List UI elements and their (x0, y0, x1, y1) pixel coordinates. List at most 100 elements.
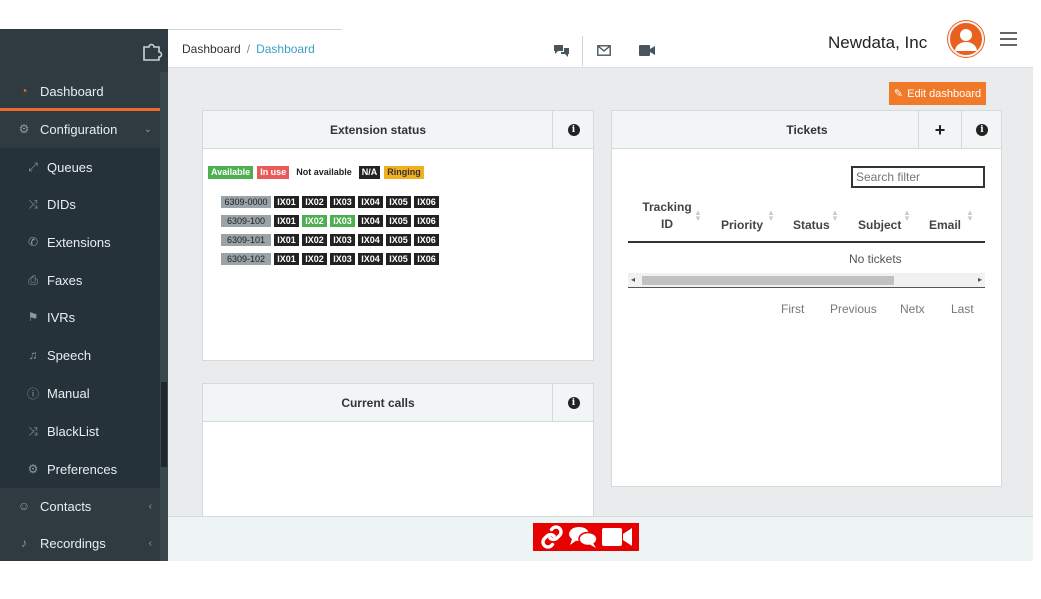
column-header-label: ID (661, 217, 673, 231)
breadcrumb: Dashboard / Dashboard (182, 42, 315, 56)
panel-title: Current calls (341, 396, 415, 410)
sidebar-item-speech[interactable]: ♫ Speech (0, 336, 160, 374)
breadcrumb-current[interactable]: Dashboard (256, 42, 315, 56)
envelope-icon[interactable] (597, 45, 611, 56)
extension-row: 6309-101 IX01 IX02 IX03 IX04 IX05 IX06 (221, 234, 439, 246)
phone-icon: ✆ (27, 235, 39, 249)
channel-badge: IX05 (386, 253, 411, 265)
shuffle-icon: ⤨ (28, 423, 38, 438)
sidebar-item-recordings[interactable]: ♪ Recordings ‹ (0, 525, 160, 561)
channel-badge: IX05 (386, 215, 411, 227)
chat-icon[interactable] (568, 526, 598, 548)
channel-badge: IX03 (330, 196, 355, 208)
sort-icon: ▲ ▼ (767, 208, 775, 223)
info-button[interactable]: i (552, 111, 594, 149)
speedometer-icon: ◔ (20, 84, 28, 98)
info-icon: i (976, 124, 988, 136)
channel-badge: IX03 (330, 234, 355, 246)
music-note-icon: ♫ (28, 348, 38, 362)
sidebar-item-label: Preferences (47, 461, 118, 477)
sort-icon: ▲ ▼ (903, 208, 911, 223)
breadcrumb-root[interactable]: Dashboard (182, 42, 241, 56)
pencil-icon: ✎ (893, 88, 904, 100)
extension-number: 6309-0000 (221, 196, 271, 208)
chat-icon[interactable] (553, 43, 570, 57)
sidebar-item-blacklist[interactable]: ⤨ BlackList (0, 412, 160, 450)
sidebar-scrollbar[interactable] (160, 72, 168, 561)
legend-in-use: In use (257, 166, 290, 179)
chevron-down-icon: ⌄ (143, 123, 152, 135)
info-icon: i (567, 397, 580, 409)
scroll-right-arrow-icon[interactable]: ▸ (978, 275, 982, 284)
scroll-left-arrow-icon[interactable]: ◂ (631, 275, 635, 284)
channel-badge: IX02 (302, 234, 327, 246)
video-camera-icon[interactable] (601, 526, 633, 548)
puzzle-icon (143, 43, 163, 61)
channel-badge: IX05 (386, 234, 411, 246)
column-header-subject[interactable]: Subject (858, 218, 901, 232)
extension-status-body: Available In use Not available N/A Ringi… (203, 149, 593, 360)
status-legend: Available In use Not available N/A Ringi… (208, 166, 424, 179)
column-header-status[interactable]: Status (793, 218, 830, 232)
legend-na: N/A (358, 166, 381, 179)
extension-status-panel: Extension status i Available In use Not … (202, 110, 594, 361)
sidebar-item-label: Manual (47, 385, 90, 401)
info-icon: i (567, 124, 580, 136)
sidebar-item-manual[interactable]: ⓘ Manual (0, 374, 160, 412)
sidebar-item-queues[interactable]: ⤢ Queues (0, 148, 160, 186)
link-icon[interactable] (539, 525, 565, 549)
sidebar-item-configuration[interactable]: ⚙ Configuration ⌄ (0, 110, 160, 148)
sidebar-item-label: Configuration (40, 121, 118, 137)
sidebar-item-contacts[interactable]: ☺ Contacts ‹ (0, 487, 160, 525)
extension-number: 6309-100 (221, 215, 271, 227)
column-header-email[interactable]: Email (929, 218, 961, 232)
channel-badge: IX04 (358, 215, 383, 227)
sidebar-item-preferences[interactable]: ⚙ Preferences (0, 450, 160, 488)
info-button[interactable]: i (552, 384, 594, 422)
sidebar-item-extensions[interactable]: ✆ Extensions (0, 223, 160, 261)
channel-badge: IX06 (414, 196, 439, 208)
sidebar-item-dids[interactable]: ⤨ DIDs (0, 185, 160, 223)
channel-badge: IX04 (358, 196, 383, 208)
sidebar-item-ivrs[interactable]: ⚑ IVRs (0, 298, 160, 336)
table-header-divider (628, 241, 985, 243)
channel-badge: IX02 (302, 215, 327, 227)
sidebar-logo[interactable] (0, 29, 168, 72)
pager-last[interactable]: Last (951, 302, 974, 316)
column-header-label: Tracking (642, 200, 692, 214)
channel-badge: IX06 (414, 215, 439, 227)
legend-available: Available (208, 166, 254, 179)
video-camera-icon[interactable] (639, 45, 655, 56)
column-header-tracking-id[interactable]: Tracking ID (641, 200, 693, 231)
panel-header: Extension status i (203, 111, 593, 149)
extension-number: 6309-102 (221, 253, 271, 265)
scrollbar-thumb[interactable] (642, 276, 894, 285)
hamburger-menu-icon[interactable] (1000, 32, 1017, 46)
chevron-left-icon: ‹ (148, 500, 152, 512)
sort-icon: ▲ ▼ (694, 208, 702, 223)
channel-badge: IX01 (274, 215, 299, 227)
sidebar-item-label: Dashboard (40, 83, 104, 99)
table-horizontal-scrollbar[interactable]: ◂ ▸ (628, 273, 985, 288)
info-circle-icon: ⓘ (26, 386, 39, 401)
pager-previous[interactable]: Previous (830, 302, 877, 316)
extension-row: 6309-0000 IX01 IX02 IX03 IX04 IX05 IX06 (221, 196, 439, 208)
pager-first[interactable]: First (781, 302, 804, 316)
sidebar-item-dashboard[interactable]: ◔ Dashboard (0, 72, 160, 110)
ticket-search-input[interactable] (851, 166, 985, 188)
sort-icon: ▲ ▼ (966, 208, 974, 223)
avatar[interactable] (948, 21, 984, 57)
sidebar-item-label: Speech (47, 347, 92, 363)
column-header-priority[interactable]: Priority (721, 218, 763, 232)
channel-badge: IX02 (302, 196, 327, 208)
channel-badge: IX03 (330, 253, 355, 265)
pager-next[interactable]: Netx (900, 302, 925, 316)
sidebar-item-faxes[interactable]: ⎙ Faxes (0, 261, 160, 299)
legend-not-available: Not available (296, 167, 352, 177)
channel-badge: IX04 (358, 253, 383, 265)
shuffle-icon: ⤨ (28, 196, 38, 211)
add-ticket-button[interactable]: + (918, 111, 961, 149)
channel-badge: IX04 (358, 234, 383, 246)
edit-dashboard-button[interactable]: ✎ Edit dashboard (889, 82, 986, 105)
info-button[interactable]: i (961, 111, 1002, 149)
